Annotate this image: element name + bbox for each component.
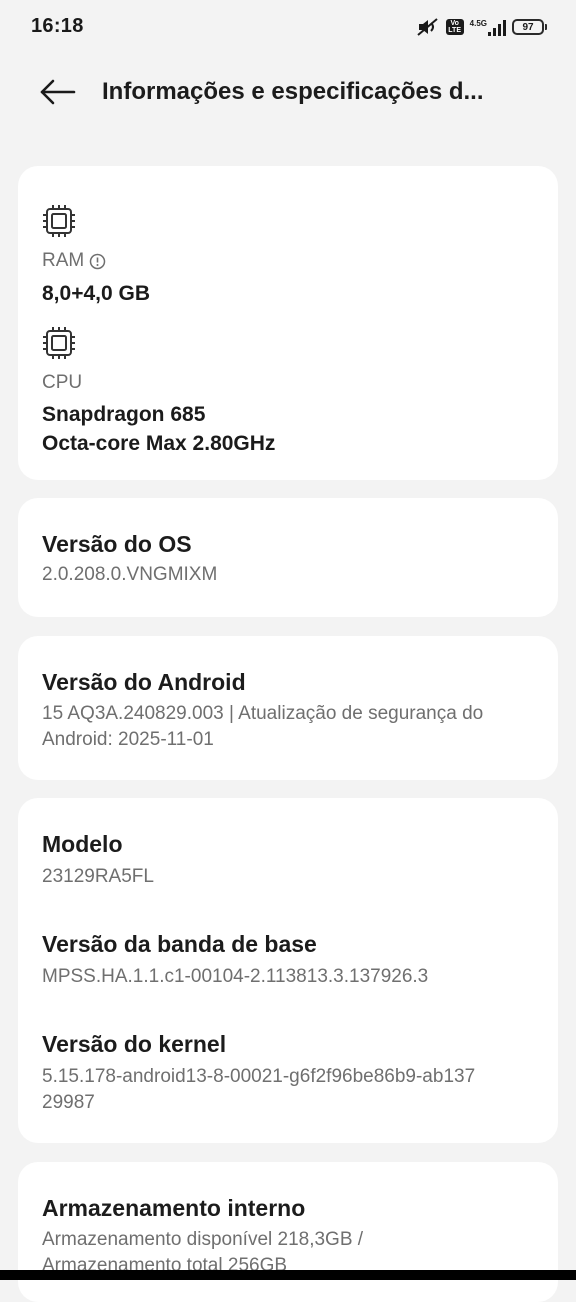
status-icons: Vo LTE 4.5G 97 [416, 16, 547, 38]
cpu-value-line2: Octa-core Max 2.80GHz [42, 432, 276, 455]
baseband-title: Versão da banda de base [42, 931, 317, 957]
ram-value: 8,0+4,0 GB [42, 282, 150, 305]
bottom-edge [0, 1270, 576, 1280]
android-version-value-line2: Android: 2025-11-01 [42, 729, 214, 750]
os-version-title: Versão do OS [42, 531, 192, 557]
arrow-left-icon [40, 79, 76, 105]
chip-icon [43, 205, 75, 237]
status-bar: 16:18 Vo LTE 4.5G 97 [0, 0, 576, 56]
header: Informações e especificações d... [0, 62, 576, 124]
status-time: 16:18 [31, 15, 84, 37]
kernel-title: Versão do kernel [42, 1031, 227, 1057]
kernel-value-line2: 29987 [42, 1092, 95, 1113]
battery-level: 97 [522, 21, 534, 33]
storage-line1: Armazenamento disponível 218,3GB / [42, 1229, 364, 1250]
model-title: Modelo [42, 831, 123, 857]
network-type: 4.5G [469, 18, 487, 28]
ram-label: RAM [42, 250, 85, 271]
specs-card: RAM 8,0+4,0 GB CPU Snapdragon 685 Octa-c… [18, 166, 558, 480]
back-button[interactable] [38, 76, 78, 108]
chip-icon [43, 327, 75, 359]
device-info-card: Modelo 23129RA5FL Versão da banda de bas… [18, 798, 558, 1143]
mute-icon [416, 17, 440, 37]
baseband-value: MPSS.HA.1.1.c1-00104-2.113813.3.137926.3 [42, 966, 429, 987]
ram-label-row: RAM [42, 250, 106, 272]
android-version-card[interactable]: Versão do Android 15 AQ3A.240829.003 | A… [18, 636, 558, 780]
signal-group: 4.5G [470, 19, 506, 36]
os-version-value: 2.0.208.0.VNGMIXM [42, 564, 218, 585]
storage-card[interactable]: Armazenamento interno Armazenamento disp… [18, 1162, 558, 1302]
kernel-value-line1: 5.15.178-android13-8-00021-g6f2f96be86b9… [42, 1066, 476, 1087]
android-version-value-line1: 15 AQ3A.240829.003 | Atualização de segu… [42, 703, 484, 724]
os-version-card[interactable]: Versão do OS 2.0.208.0.VNGMIXM [18, 498, 558, 617]
storage-title: Armazenamento interno [42, 1195, 306, 1221]
volte-icon: Vo LTE [445, 19, 464, 35]
cpu-label: CPU [42, 372, 83, 393]
page-title: Informações e especificações d... [102, 78, 484, 105]
model-value: 23129RA5FL [42, 866, 154, 887]
signal-icon [488, 19, 506, 36]
cpu-value-line1: Snapdragon 685 [42, 403, 206, 426]
android-version-title: Versão do Android [42, 669, 246, 695]
battery-icon: 97 [512, 19, 547, 35]
info-icon[interactable] [89, 253, 106, 270]
